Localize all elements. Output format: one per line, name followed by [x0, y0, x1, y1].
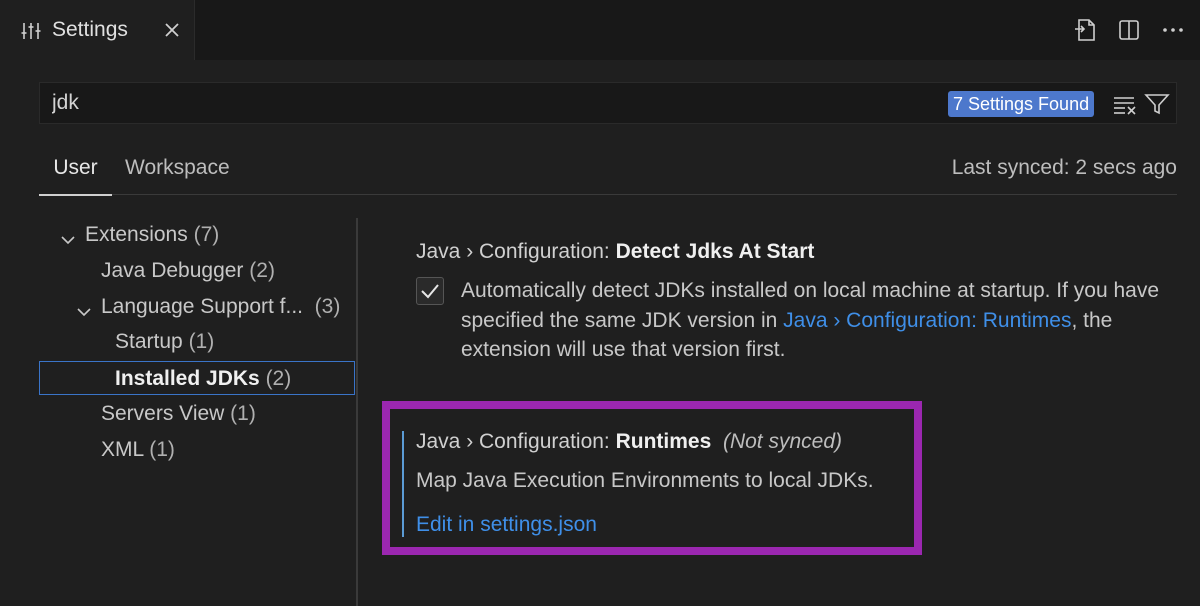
tree-item-count: (2)	[249, 259, 275, 282]
tree-item-count: (7)	[193, 223, 220, 246]
settings-sliders-icon	[20, 20, 42, 42]
tree-item-label: Language Support f...	[101, 295, 303, 318]
setting-focus-indicator	[402, 431, 404, 537]
tree-item-installed-jdks[interactable]: Installed JDKs (2)	[39, 361, 355, 395]
setting-description-detect-jdks: Automatically detect JDKs installed on l…	[461, 276, 1161, 365]
close-icon[interactable]	[162, 20, 182, 40]
setting-name: Runtimes	[615, 430, 712, 453]
chevron-down-icon	[59, 226, 77, 245]
tree-item-label: Servers View	[101, 402, 225, 425]
settings-scope-tabs: User Workspace Last synced: 2 secs ago	[39, 148, 1177, 196]
tree-item-label: Installed JDKs	[115, 367, 260, 390]
search-input[interactable]	[52, 91, 932, 115]
results-count-badge: 7 Settings Found	[948, 91, 1095, 117]
tree-item-startup[interactable]: Startup (1)	[115, 325, 214, 359]
tab-settings[interactable]: Settings	[0, 0, 195, 60]
setting-category: Java › Configuration:	[416, 240, 616, 263]
tab-workspace[interactable]: Workspace	[125, 156, 230, 194]
tree-item-language-support[interactable]: Language Support f... (3)	[75, 290, 340, 324]
setting-description-runtimes: Map Java Execution Environments to local…	[416, 469, 874, 492]
tree-item-servers-view[interactable]: Servers View (1)	[101, 397, 256, 431]
editor-tab-bar: Settings	[0, 0, 1200, 60]
filter-icon[interactable]	[1144, 92, 1170, 116]
tree-item-label: Extensions	[85, 223, 188, 246]
tree-item-extensions[interactable]: Extensions (7)	[59, 218, 219, 252]
tree-item-count: (1)	[230, 402, 256, 425]
clear-filter-icon[interactable]	[1112, 92, 1138, 116]
edit-in-settings-json-link[interactable]: Edit in settings.json	[416, 510, 597, 540]
tree-item-count: (2)	[265, 367, 292, 390]
more-actions-icon[interactable]	[1160, 16, 1186, 44]
detect-jdks-checkbox[interactable]	[416, 277, 444, 305]
tree-item-java-debugger[interactable]: Java Debugger (2)	[101, 254, 275, 288]
tree-item-count: (3)	[314, 295, 341, 318]
last-synced-status: Last synced: 2 secs ago	[951, 156, 1177, 179]
setting-name: Detect Jdks At Start	[615, 240, 815, 263]
settings-toc-tree: Extensions (7) Java Debugger (2) Languag…	[39, 218, 358, 606]
tree-item-label: Java Debugger	[101, 259, 244, 282]
checkmark-icon	[421, 284, 439, 299]
tree-item-count: (1)	[188, 330, 215, 353]
tree-item-label: Startup	[115, 330, 183, 353]
settings-search: 7 Settings Found	[39, 82, 1177, 124]
runtimes-setting-link[interactable]: Java › Configuration: Runtimes	[783, 309, 1071, 332]
chevron-down-icon	[75, 298, 93, 317]
setting-title-runtimes: Java › Configuration: Runtimes (Not sync…	[416, 430, 842, 454]
not-synced-indicator: (Not synced)	[722, 430, 843, 453]
open-settings-json-icon[interactable]	[1072, 16, 1098, 44]
setting-category: Java › Configuration:	[416, 430, 616, 453]
tab-user[interactable]: User	[39, 156, 112, 196]
setting-title-detect-jdks: Java › Configuration: Detect Jdks At Sta…	[416, 240, 814, 264]
tree-item-label: XML	[101, 438, 144, 461]
split-editor-icon[interactable]	[1116, 16, 1142, 44]
tree-item-xml[interactable]: XML (1)	[101, 433, 175, 467]
tab-title: Settings	[52, 18, 128, 41]
tree-item-count: (1)	[149, 438, 175, 461]
